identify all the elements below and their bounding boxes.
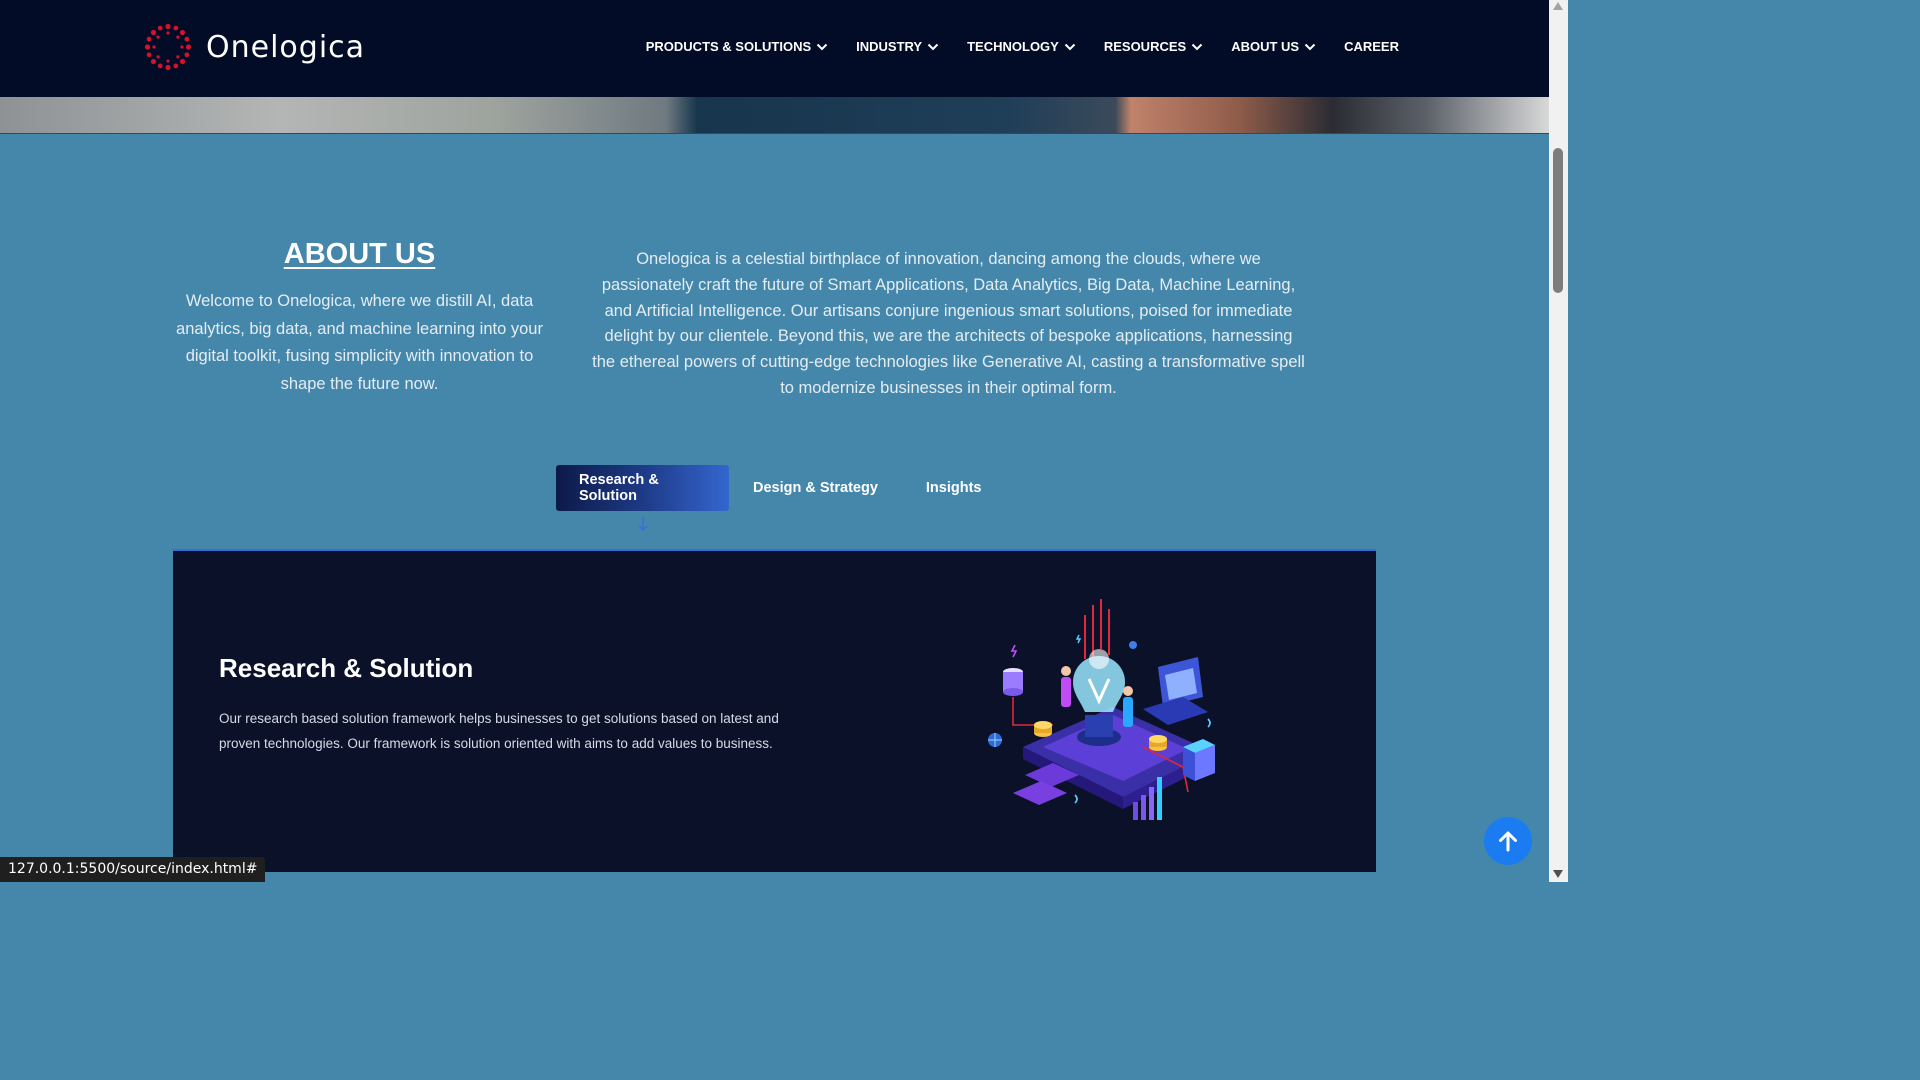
scroll-to-top-button[interactable]	[1484, 817, 1532, 865]
chevron-down-icon	[816, 43, 828, 50]
about-intro-text: Welcome to Onelogica, where we distill A…	[176, 292, 543, 393]
nav-item-resources[interactable]: RESOURCES	[1104, 39, 1203, 54]
main-nav: PRODUCTS & SOLUTIONS INDUSTRY TECHNOLOGY…	[618, 39, 1399, 54]
top-navbar: Onelogica PRODUCTS & SOLUTIONS INDUSTRY …	[0, 0, 1549, 97]
chevron-down-icon	[1304, 43, 1316, 50]
arrow-up-icon	[1499, 831, 1517, 852]
nav-item-career[interactable]: CAREER	[1344, 39, 1399, 54]
lightbulb-innovation-illustration-icon	[988, 599, 1215, 820]
scroll-up-arrow-icon[interactable]	[1553, 2, 1563, 10]
panel-title: Research & Solution	[219, 653, 474, 683]
status-bar-url: 127.0.0.1:5500/source/index.html#	[0, 857, 266, 882]
tab-research-solution[interactable]: Research & Solution	[556, 465, 729, 511]
scroll-down-arrow-icon[interactable]	[1553, 870, 1563, 878]
hero-banner-image	[0, 97, 1549, 134]
nav-item-label: CAREER	[1344, 39, 1399, 54]
nav-item-label: TECHNOLOGY	[967, 39, 1059, 54]
nav-item-label: ABOUT US	[1231, 39, 1300, 54]
nav-item-products-solutions[interactable]: PRODUCTS & SOLUTIONS	[646, 39, 828, 54]
about-description-text: Onelogica is a celestial birthplace of i…	[592, 250, 1305, 397]
chevron-down-icon	[1064, 43, 1076, 50]
service-tabs: Research & Solution Design & Strategy In…	[556, 465, 1006, 511]
chevron-down-icon	[927, 43, 939, 50]
nav-item-about-us[interactable]: ABOUT US	[1231, 39, 1316, 54]
brand-logo[interactable]: Onelogica	[144, 23, 365, 71]
tab-insights[interactable]: Insights	[902, 465, 1006, 511]
nav-item-technology[interactable]: TECHNOLOGY	[967, 39, 1076, 54]
tab-design-strategy[interactable]: Design & Strategy	[729, 465, 902, 511]
brand-name: Onelogica	[206, 29, 366, 65]
active-tab-pointer-icon	[638, 517, 648, 532]
nav-item-label: RESOURCES	[1103, 39, 1187, 54]
panel-description: Our research based solution framework he…	[219, 711, 779, 751]
nav-item-label: PRODUCTS & SOLUTIONS	[645, 39, 812, 54]
about-title: ABOUT US	[283, 238, 436, 270]
page-scrollbar[interactable]	[1549, 0, 1568, 882]
dotted-ring-logo-icon	[144, 23, 192, 71]
nav-item-industry[interactable]: INDUSTRY	[856, 39, 939, 54]
nav-item-label: INDUSTRY	[856, 39, 923, 54]
hero-divider	[0, 133, 1549, 134]
tab-content-panel: Research & Solution Our research based s…	[173, 549, 1376, 872]
chevron-down-icon	[1191, 43, 1203, 50]
scroll-thumb[interactable]	[1553, 148, 1563, 293]
